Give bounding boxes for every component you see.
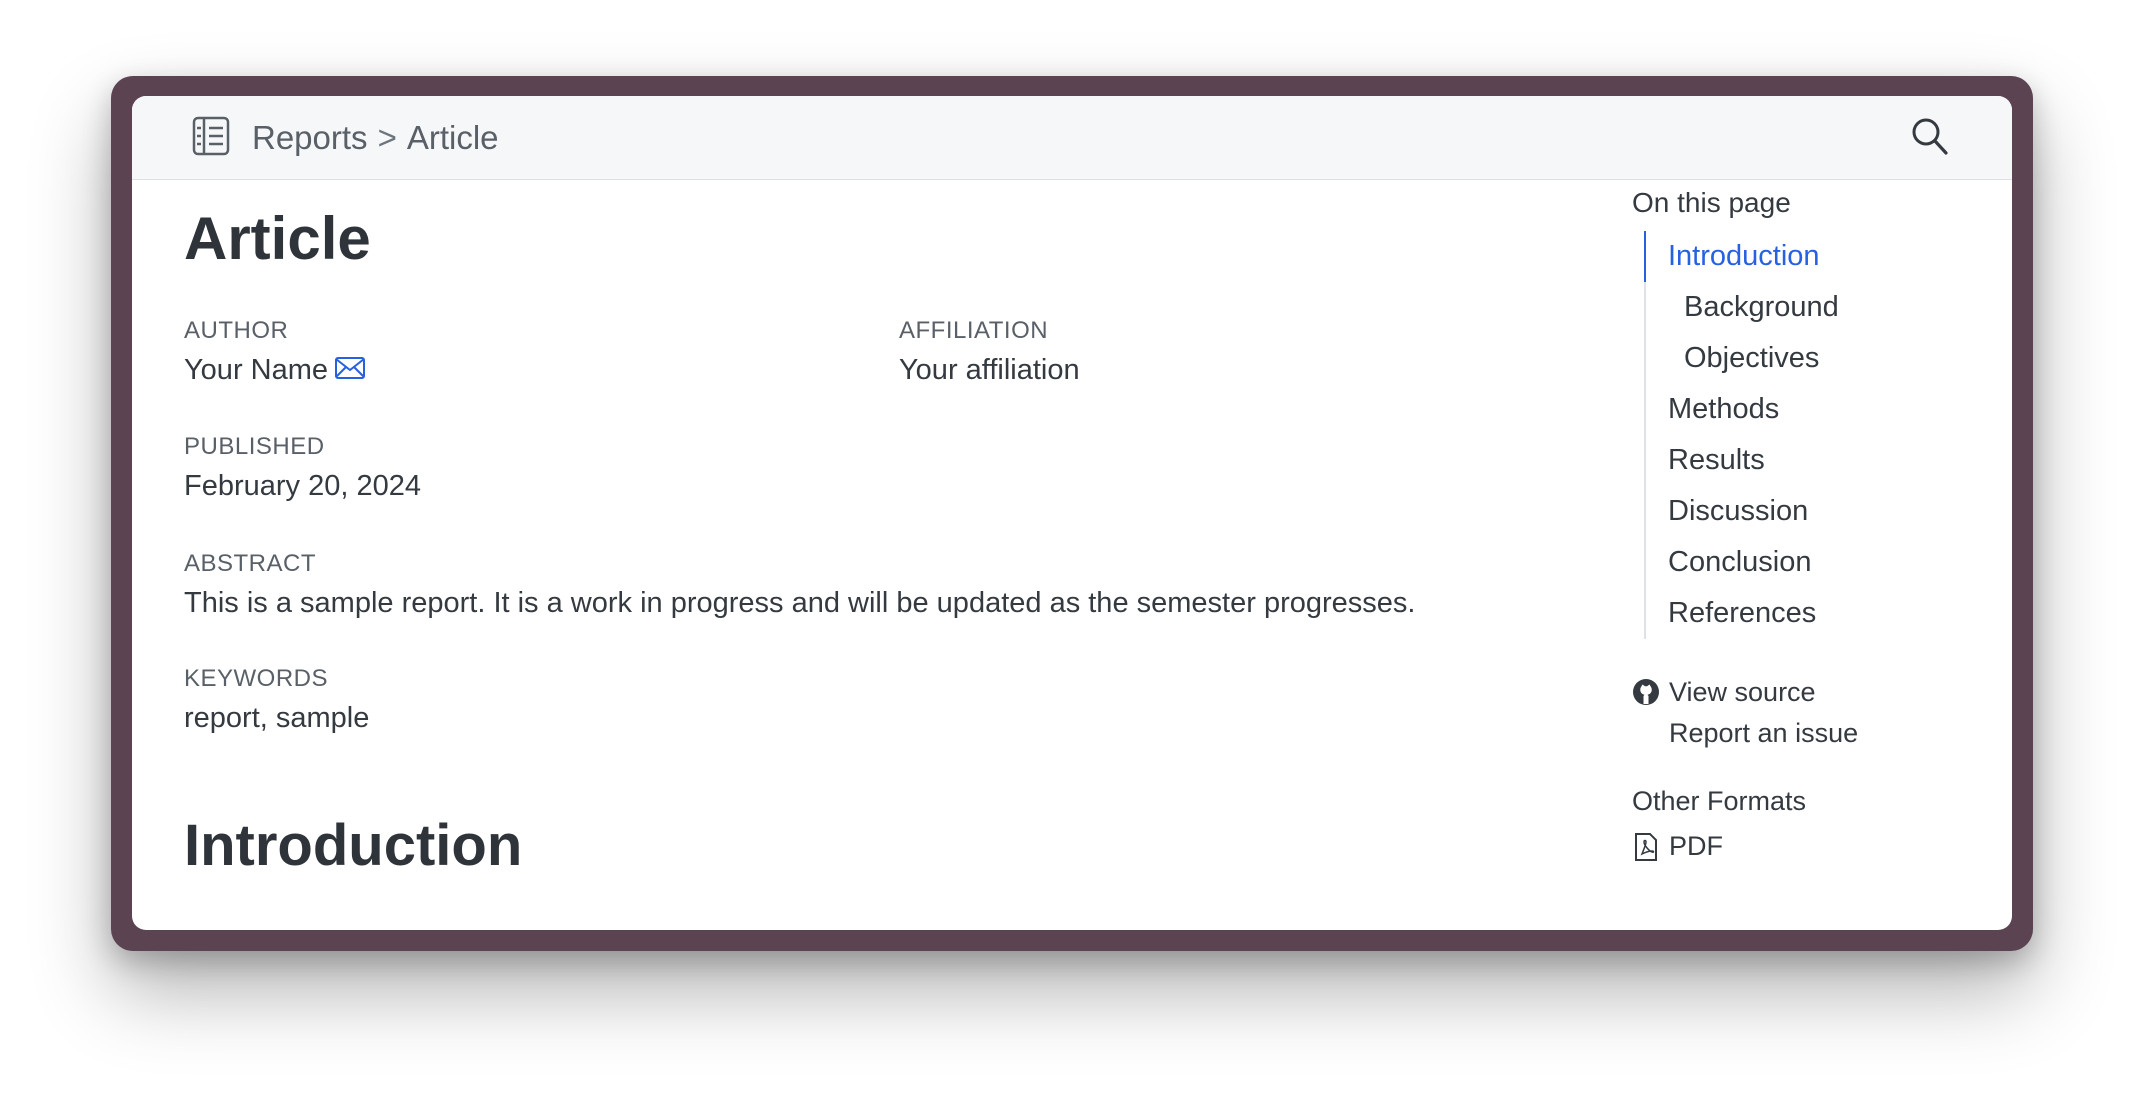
search-icon[interactable] xyxy=(1910,116,1950,158)
abstract-text: This is a sample report. It is a work in… xyxy=(184,587,1416,619)
author-value: Your Name xyxy=(184,354,366,387)
browser-window: Reports > Article Article AUTHOR Your Name… xyxy=(132,96,2012,930)
author-name: Your Name xyxy=(184,354,329,386)
section-heading-introduction: Introduction xyxy=(184,813,523,878)
other-formats-title: Other Formats xyxy=(1632,786,1807,816)
affiliation-value: Your affiliation xyxy=(899,354,1080,386)
published-date: February 20, 2024 xyxy=(184,470,421,502)
affiliation-label: AFFILIATION xyxy=(899,317,1049,344)
report-issue-link[interactable]: Report an issue xyxy=(1669,718,1858,749)
keywords-value: report, sample xyxy=(184,702,370,734)
author-label: AUTHOR xyxy=(184,317,289,344)
toc-item-discussion[interactable]: Discussion xyxy=(1646,486,1906,537)
view-source-link[interactable]: View source xyxy=(1669,677,1816,708)
github-icon xyxy=(1633,679,1659,705)
toc-item-results[interactable]: Results xyxy=(1646,435,1906,486)
toc-item-introduction[interactable]: Introduction xyxy=(1644,231,1906,282)
breadcrumb-reports[interactable]: Reports xyxy=(252,96,368,179)
abstract-label: ABSTRACT xyxy=(184,550,317,577)
table-of-contents: Introduction Background Objectives Metho… xyxy=(1644,231,1906,639)
breadcrumb: Reports > Article xyxy=(252,96,499,179)
mail-icon[interactable] xyxy=(334,355,366,381)
toc-item-references[interactable]: References xyxy=(1646,588,1906,639)
keywords-label: KEYWORDS xyxy=(184,665,329,692)
pdf-link[interactable]: PDF xyxy=(1669,831,1723,862)
toc-item-methods[interactable]: Methods xyxy=(1646,384,1906,435)
top-navbar: Reports > Article xyxy=(132,96,2012,180)
page-title: Article xyxy=(184,205,371,272)
breadcrumb-separator: > xyxy=(377,119,397,156)
breadcrumb-current[interactable]: Article xyxy=(407,96,499,179)
published-label: PUBLISHED xyxy=(184,433,325,460)
toc-item-objectives[interactable]: Objectives xyxy=(1646,333,1906,384)
sidebar-toggle-icon[interactable] xyxy=(192,116,230,156)
toc-item-background[interactable]: Background xyxy=(1646,282,1906,333)
toc-title: On this page xyxy=(1632,187,1791,218)
toc-item-conclusion[interactable]: Conclusion xyxy=(1646,537,1906,588)
pdf-file-icon xyxy=(1635,833,1657,861)
